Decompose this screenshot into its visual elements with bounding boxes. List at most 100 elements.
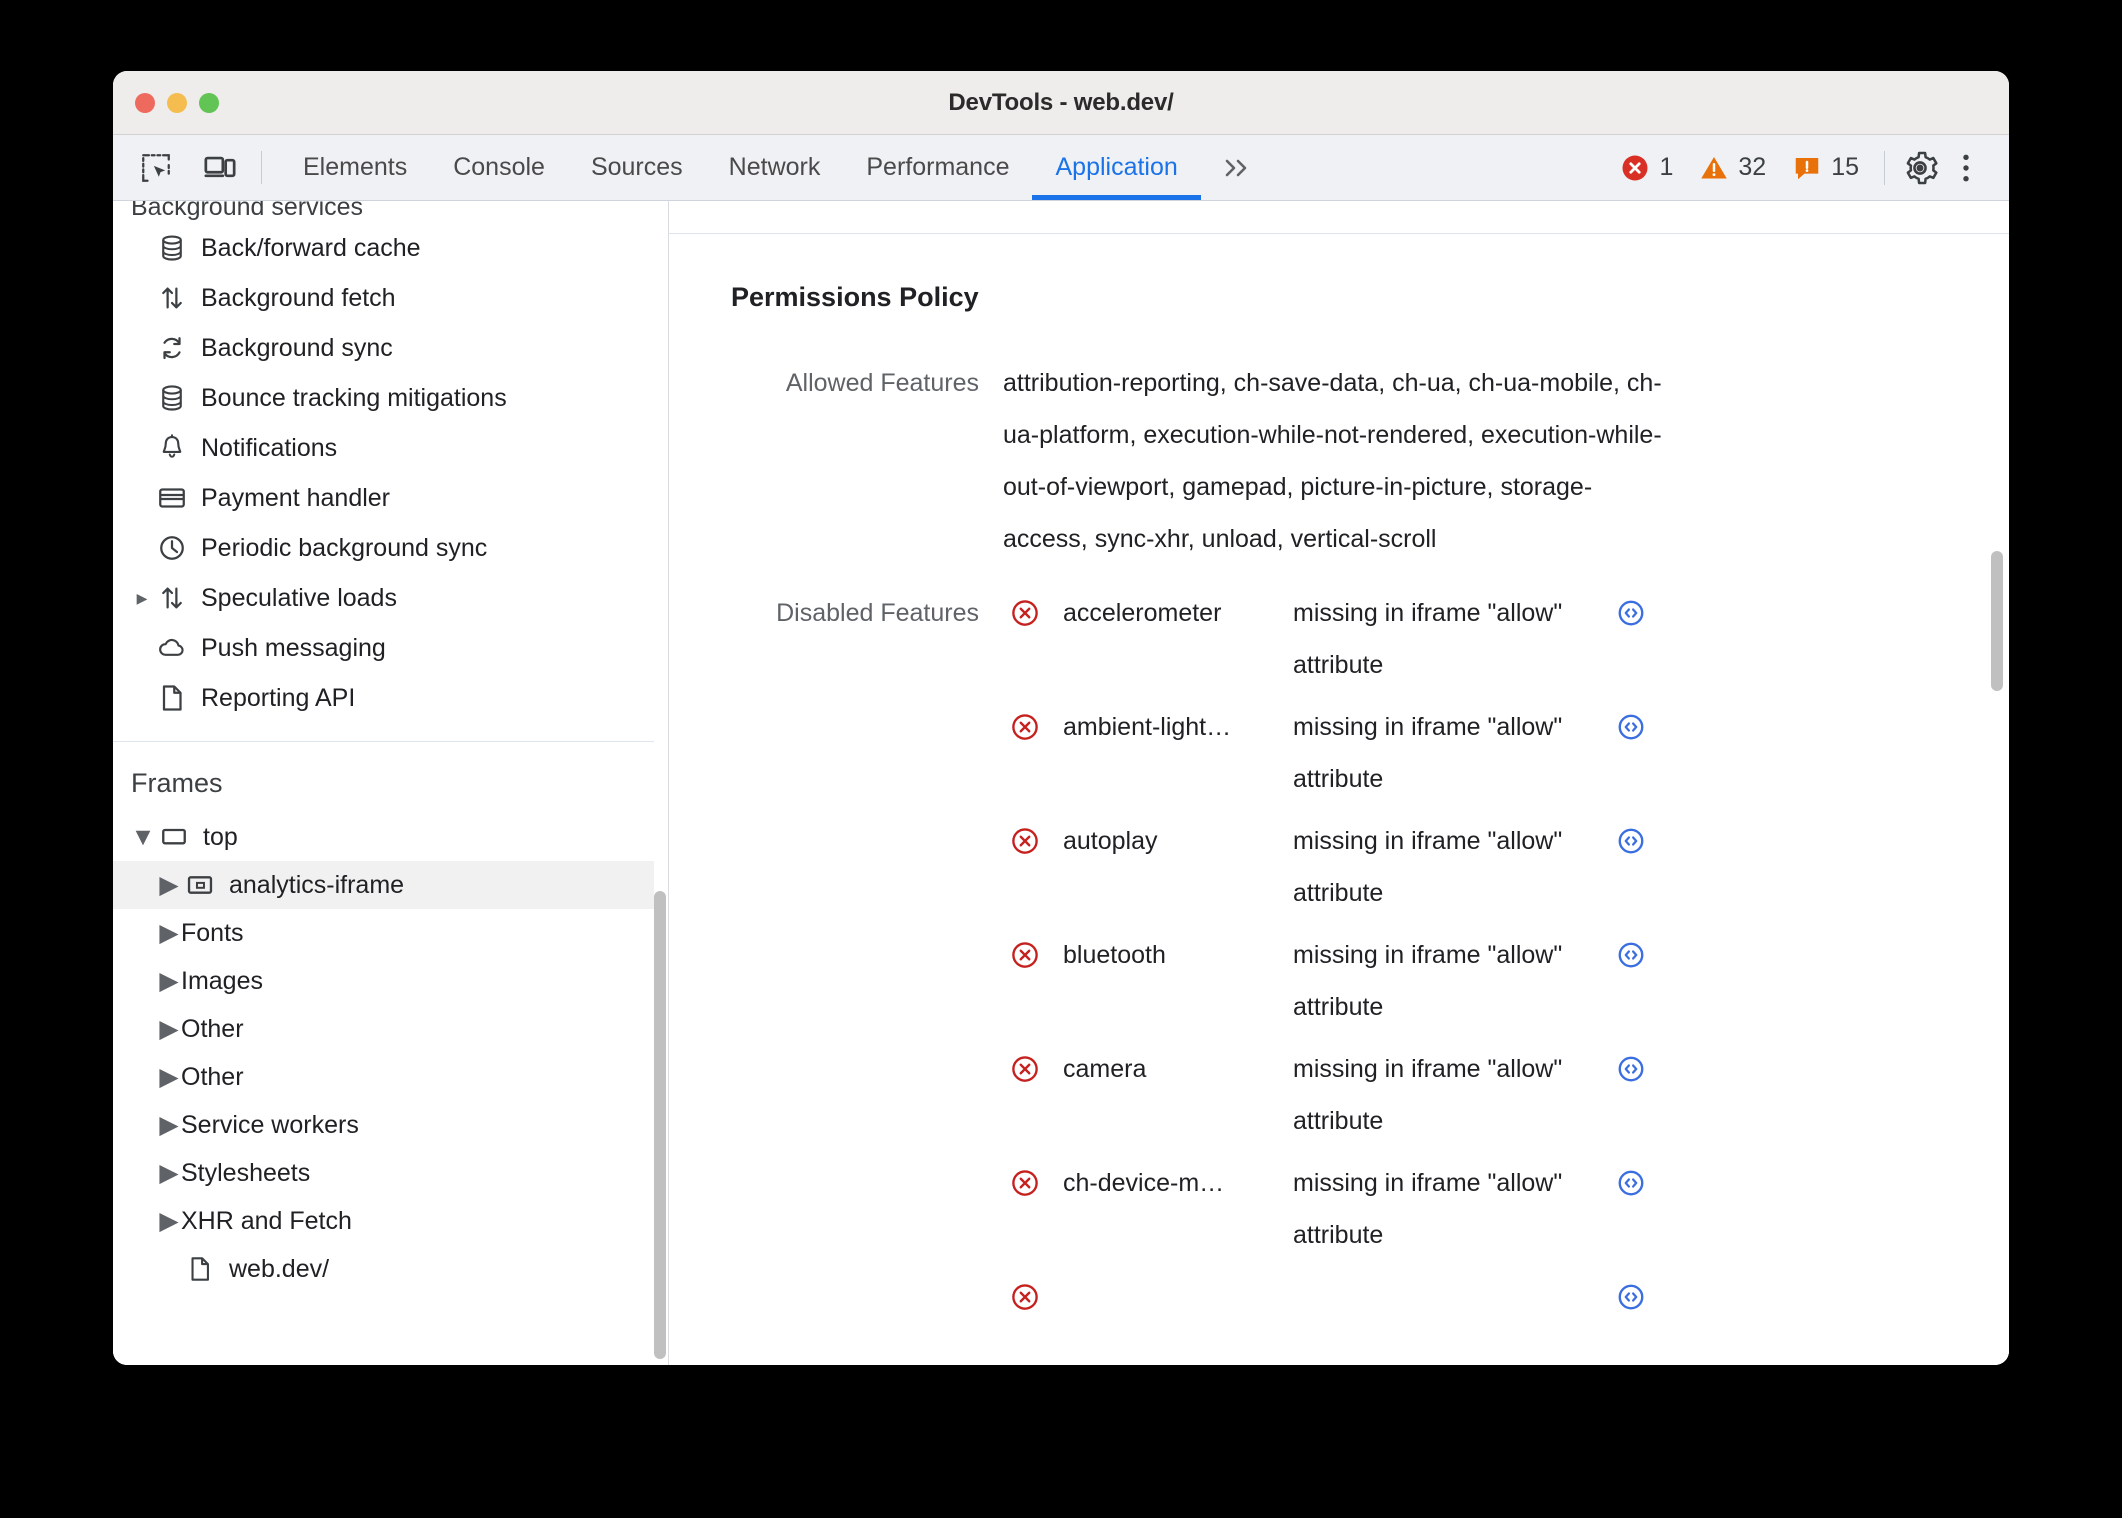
expand-arrow-icon[interactable]: ▶ — [157, 870, 181, 900]
disabled-feature-row: ambient-light… missing in iframe "allow"… — [1003, 701, 2009, 805]
device-toolbar-icon — [204, 156, 236, 177]
sidebar-item-label: Push messaging — [201, 633, 386, 662]
frame-tree-item-top[interactable]: ▼ top — [113, 813, 654, 861]
toolbar-status-area: 1 32 15 — [1607, 135, 2009, 200]
issue-count-button[interactable]: 15 — [1779, 153, 1872, 183]
expand-arrow-icon[interactable]: ▶ — [157, 1158, 181, 1188]
sidebar-item-back-forward-cache[interactable]: ▶ Back/forward cache — [113, 223, 654, 273]
tab-label: Console — [453, 153, 545, 181]
sidebar-item-background-sync[interactable]: ▶ Background sync — [113, 323, 654, 373]
sidebar-item-speculative-loads[interactable]: ▶ Speculative loads — [113, 573, 654, 623]
frame-tree-item-label: Images — [181, 966, 263, 995]
sidebar-scrollbar-thumb[interactable] — [654, 891, 666, 1359]
window-title: DevTools - web.dev/ — [948, 88, 1174, 116]
expand-arrow-icon[interactable]: ▶ — [157, 1062, 181, 1092]
code-circle-icon — [1618, 1056, 1644, 1082]
sidebar-scroll-area: Background services ▶ Back/forward cache — [113, 201, 668, 1365]
inspect-element-button[interactable] — [135, 147, 177, 189]
reveal-in-elements-button[interactable] — [1609, 815, 1653, 867]
sidebar-item-label: Payment handler — [201, 483, 391, 512]
frame-tree-item-other-1[interactable]: ▶ Other — [113, 1005, 654, 1053]
inspect-element-icon — [142, 153, 170, 182]
sidebar-item-label: Notifications — [201, 433, 338, 462]
sidebar-item-push-messaging[interactable]: ▶ Push messaging — [113, 623, 654, 673]
more-tabs-button[interactable] — [1201, 135, 1273, 200]
reveal-in-elements-button[interactable] — [1609, 929, 1653, 981]
warning-count: 32 — [1738, 153, 1767, 181]
error-count: 1 — [1659, 153, 1674, 181]
allowed-features-row: Allowed Features attribution-reporting, … — [731, 357, 2009, 565]
error-count-button[interactable]: 1 — [1607, 153, 1686, 183]
expand-arrow-icon[interactable]: ▶ — [157, 1014, 181, 1044]
sidebar-item-reporting-api[interactable]: ▶ Reporting API — [113, 673, 654, 723]
panel-scrollbar[interactable] — [1991, 551, 2003, 691]
expand-arrow-icon[interactable]: ▶ — [131, 590, 153, 607]
sidebar-item-label: Reporting API — [201, 683, 356, 712]
error-circle-x-icon — [1003, 587, 1047, 639]
disabled-feature-reason: missing in iframe "allow" attribute — [1293, 941, 1563, 1021]
issue-bubble-icon — [1795, 157, 1819, 179]
disabled-feature-row: camera missing in iframe "allow" attribu… — [1003, 1043, 2009, 1147]
tab-console[interactable]: Console — [430, 135, 568, 200]
allowed-features-value: attribution-reporting, ch-save-data, ch-… — [1003, 369, 1662, 553]
sidebar-item-notifications[interactable]: ▶ Notifications — [113, 423, 654, 473]
tab-performance[interactable]: Performance — [843, 135, 1032, 200]
frame-tree-item-stylesheets[interactable]: ▶ Stylesheets — [113, 1149, 654, 1197]
error-circle-x-icon — [1003, 929, 1047, 981]
expand-arrow-icon[interactable]: ▶ — [157, 1206, 181, 1236]
code-circle-icon — [1618, 600, 1644, 626]
expand-arrow-icon[interactable]: ▶ — [157, 918, 181, 948]
frame-tree-item-images[interactable]: ▶ Images — [113, 957, 654, 1005]
frames-tree: ▼ top ▶ analytics-iframe ▶ Fonts ▶ Image… — [113, 813, 654, 1293]
frame-tree-item-label: Fonts — [181, 918, 244, 947]
iframe-icon — [181, 871, 219, 899]
disabled-feature-name: accelerometer — [1063, 599, 1222, 627]
code-circle-icon — [1618, 1284, 1644, 1310]
frame-tree-item-xhr-and-fetch[interactable]: ▶ XHR and Fetch — [113, 1197, 654, 1245]
settings-button[interactable] — [1897, 145, 1943, 191]
frame-tree-item-web-dev[interactable]: ▶ web.dev/ — [113, 1245, 654, 1293]
error-circle-x-icon — [1003, 1043, 1047, 1095]
device-toolbar-button[interactable] — [199, 147, 241, 189]
frame-tree-item-label: web.dev/ — [229, 1254, 330, 1283]
frame-tree-item-fonts[interactable]: ▶ Fonts — [113, 909, 654, 957]
expand-arrow-icon[interactable]: ▶ — [157, 1110, 181, 1140]
tab-network[interactable]: Network — [706, 135, 844, 200]
application-sidebar: Background services ▶ Back/forward cache — [113, 201, 669, 1365]
window-titlebar: DevTools - web.dev/ — [113, 71, 2009, 135]
reveal-in-elements-button[interactable] — [1609, 1043, 1653, 1095]
document-icon — [153, 683, 191, 713]
reveal-in-elements-button[interactable] — [1609, 1271, 1653, 1323]
sidebar-item-bounce-tracking-mitigations[interactable]: ▶ Bounce tracking mitigations — [113, 373, 654, 423]
panel-toolbar — [669, 201, 2009, 234]
reveal-in-elements-button[interactable] — [1609, 587, 1653, 639]
frame-tree-item-other-2[interactable]: ▶ Other — [113, 1053, 654, 1101]
frame-tree-item-analytics-iframe[interactable]: ▶ analytics-iframe — [113, 861, 654, 909]
expand-arrow-icon[interactable]: ▶ — [157, 966, 181, 996]
sidebar-item-payment-handler[interactable]: ▶ Payment handler — [113, 473, 654, 523]
reveal-in-elements-button[interactable] — [1609, 701, 1653, 753]
sidebar-item-label: Bounce tracking mitigations — [201, 383, 507, 412]
status-divider — [1884, 150, 1885, 185]
panel-scrollbar-thumb[interactable] — [1991, 551, 2003, 691]
arrows-up-down-icon — [153, 283, 191, 313]
tab-application[interactable]: Application — [1032, 135, 1202, 200]
frame-tree-item-service-workers[interactable]: ▶ Service workers — [113, 1101, 654, 1149]
toolbar-divider — [261, 151, 262, 184]
error-circle-x-icon — [1003, 815, 1047, 867]
disabled-feature-row: autoplay missing in iframe "allow" attri… — [1003, 815, 2009, 919]
sidebar-item-background-fetch[interactable]: ▶ Background fetch — [113, 273, 654, 323]
frame-details-panel: Permissions Policy Allowed Features attr… — [669, 201, 2009, 1365]
tab-label: Network — [728, 153, 821, 181]
tab-sources[interactable]: Sources — [568, 135, 706, 200]
sidebar-scrollbar[interactable] — [654, 891, 666, 1359]
sidebar-item-periodic-background-sync[interactable]: ▶ Periodic background sync — [113, 523, 654, 573]
database-icon — [153, 383, 191, 413]
reveal-in-elements-button[interactable] — [1609, 1157, 1653, 1209]
more-options-button[interactable] — [1943, 145, 1989, 191]
tab-elements[interactable]: Elements — [280, 135, 430, 200]
database-icon — [153, 233, 191, 263]
collapse-arrow-icon[interactable]: ▼ — [131, 823, 156, 852]
sidebar-item-label: Background fetch — [201, 283, 396, 312]
warning-count-button[interactable]: 32 — [1686, 153, 1779, 183]
